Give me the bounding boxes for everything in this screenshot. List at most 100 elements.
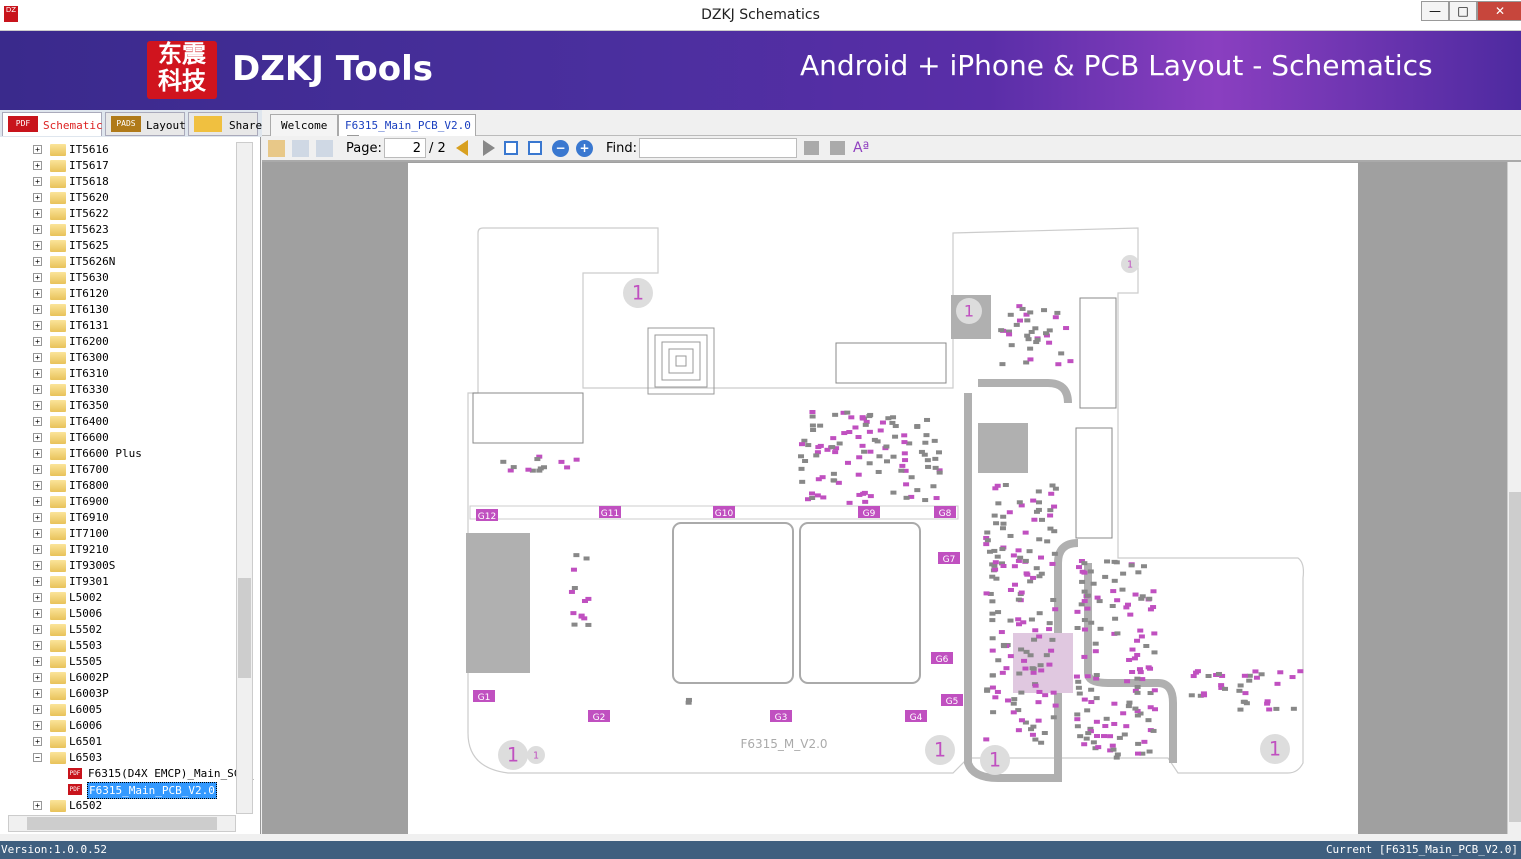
pcb-component — [871, 437, 878, 442]
shield-frame — [1084, 563, 1177, 763]
pcb-component — [890, 454, 897, 459]
pcb-component — [1134, 676, 1141, 681]
expand-icon[interactable]: + — [33, 337, 42, 346]
find-previous-icon[interactable] — [804, 141, 819, 155]
expand-icon[interactable]: + — [33, 193, 42, 202]
tree-horizontal-scrollbar[interactable] — [8, 815, 236, 832]
expand-icon[interactable]: + — [33, 737, 42, 746]
tab-share[interactable]: . Share — [188, 112, 262, 136]
expand-icon[interactable]: + — [33, 497, 42, 506]
expand-icon[interactable]: + — [33, 513, 42, 522]
match-case-icon[interactable]: Aª — [853, 140, 870, 157]
expand-icon[interactable]: + — [33, 529, 42, 538]
pcb-component — [1289, 675, 1296, 680]
zoom-in-icon[interactable]: + — [576, 140, 593, 157]
expand-icon[interactable]: + — [33, 449, 42, 458]
expand-icon[interactable]: + — [33, 625, 42, 634]
tree-vertical-scrollbar[interactable] — [236, 142, 253, 814]
tab-welcome[interactable]: Welcome — [270, 114, 338, 136]
expand-icon[interactable]: + — [33, 289, 42, 298]
expand-icon[interactable]: + — [33, 401, 42, 410]
pcb-component — [1024, 318, 1031, 323]
expand-icon[interactable]: + — [33, 593, 42, 602]
expand-icon[interactable]: + — [33, 689, 42, 698]
expand-icon[interactable]: + — [33, 385, 42, 394]
pcb-component — [1109, 603, 1116, 608]
page-input[interactable]: 2 — [384, 138, 426, 158]
scroll-thumb[interactable] — [1509, 492, 1521, 822]
tab-schematic[interactable]: PDF Schematic — [2, 112, 103, 136]
collapse-icon[interactable]: − — [33, 753, 42, 762]
expand-icon[interactable]: + — [33, 241, 42, 250]
marker-label: 1 — [989, 749, 1001, 772]
pcb-component — [1273, 706, 1280, 711]
expand-icon[interactable]: + — [33, 705, 42, 714]
expand-icon[interactable]: + — [33, 481, 42, 490]
paste-icon[interactable] — [316, 140, 333, 157]
expand-icon[interactable]: + — [33, 161, 42, 170]
maximize-button[interactable]: □ — [1449, 1, 1477, 21]
find-input[interactable] — [639, 138, 797, 158]
next-page-icon[interactable] — [483, 140, 495, 156]
marker-label: 1 — [1127, 259, 1133, 270]
pcb-component — [1027, 310, 1034, 315]
minimize-button[interactable]: — — [1421, 1, 1449, 21]
expand-icon[interactable]: + — [33, 545, 42, 554]
pcb-component — [1050, 597, 1057, 602]
expand-icon[interactable]: + — [33, 369, 42, 378]
expand-icon[interactable]: + — [33, 433, 42, 442]
tab-layout[interactable]: PADS Layout — [105, 112, 186, 136]
pcb-component — [1044, 539, 1051, 544]
pcb-component — [1246, 678, 1253, 683]
expand-icon[interactable]: + — [33, 321, 42, 330]
test-point-label: G9 — [863, 509, 876, 519]
zoom-out-icon[interactable]: − — [552, 140, 569, 157]
pcb-component — [1043, 331, 1050, 336]
expand-icon[interactable]: + — [33, 273, 42, 282]
open-icon[interactable] — [268, 140, 285, 157]
pcb-component — [984, 530, 991, 535]
pcb-component — [989, 648, 996, 653]
expand-icon[interactable]: + — [33, 353, 42, 362]
pcb-component — [1048, 491, 1055, 496]
scroll-thumb[interactable] — [238, 578, 251, 678]
find-next-icon[interactable] — [830, 141, 845, 155]
pcb-component — [1027, 346, 1034, 351]
tree-item-label: IT5622 — [69, 207, 109, 220]
expand-icon[interactable]: + — [33, 577, 42, 586]
pcb-component — [922, 498, 929, 503]
expand-icon[interactable]: + — [33, 257, 42, 266]
fit-width-icon[interactable] — [504, 141, 518, 155]
expand-icon[interactable]: + — [33, 673, 42, 682]
pcb-component — [1015, 548, 1022, 553]
expand-icon[interactable]: + — [33, 177, 42, 186]
expand-icon[interactable]: + — [33, 465, 42, 474]
pcb-component — [1188, 693, 1195, 698]
tree-item-label: IT5618 — [69, 175, 109, 188]
expand-icon[interactable]: + — [33, 721, 42, 730]
expand-icon[interactable]: + — [33, 641, 42, 650]
expand-icon[interactable]: + — [33, 145, 42, 154]
expand-icon[interactable]: + — [33, 801, 42, 810]
expand-icon[interactable]: + — [33, 561, 42, 570]
expand-icon[interactable]: + — [33, 657, 42, 666]
viewer-scrollbar[interactable] — [1507, 162, 1521, 834]
expand-icon[interactable]: + — [33, 209, 42, 218]
tree-item-label: IT6120 — [69, 287, 109, 300]
tree-item-label: L5505 — [69, 655, 103, 668]
copy-icon[interactable] — [292, 140, 309, 157]
close-button[interactable]: ✕ — [1477, 1, 1521, 21]
expand-icon[interactable]: + — [33, 305, 42, 314]
folder-icon — [50, 688, 66, 700]
page-label: Page: — [346, 141, 382, 156]
pcb-component — [990, 710, 997, 715]
expand-icon[interactable]: + — [33, 609, 42, 618]
fit-page-icon[interactable] — [528, 141, 542, 155]
expand-icon[interactable]: + — [33, 225, 42, 234]
scroll-thumb[interactable] — [27, 817, 217, 830]
pcb-component — [1058, 351, 1065, 356]
pcb-component — [856, 455, 863, 460]
prev-page-icon[interactable] — [456, 140, 468, 156]
tab-pcb-document[interactable]: F6315_Main_PCB_V2.0✕ — [338, 114, 476, 147]
expand-icon[interactable]: + — [33, 417, 42, 426]
